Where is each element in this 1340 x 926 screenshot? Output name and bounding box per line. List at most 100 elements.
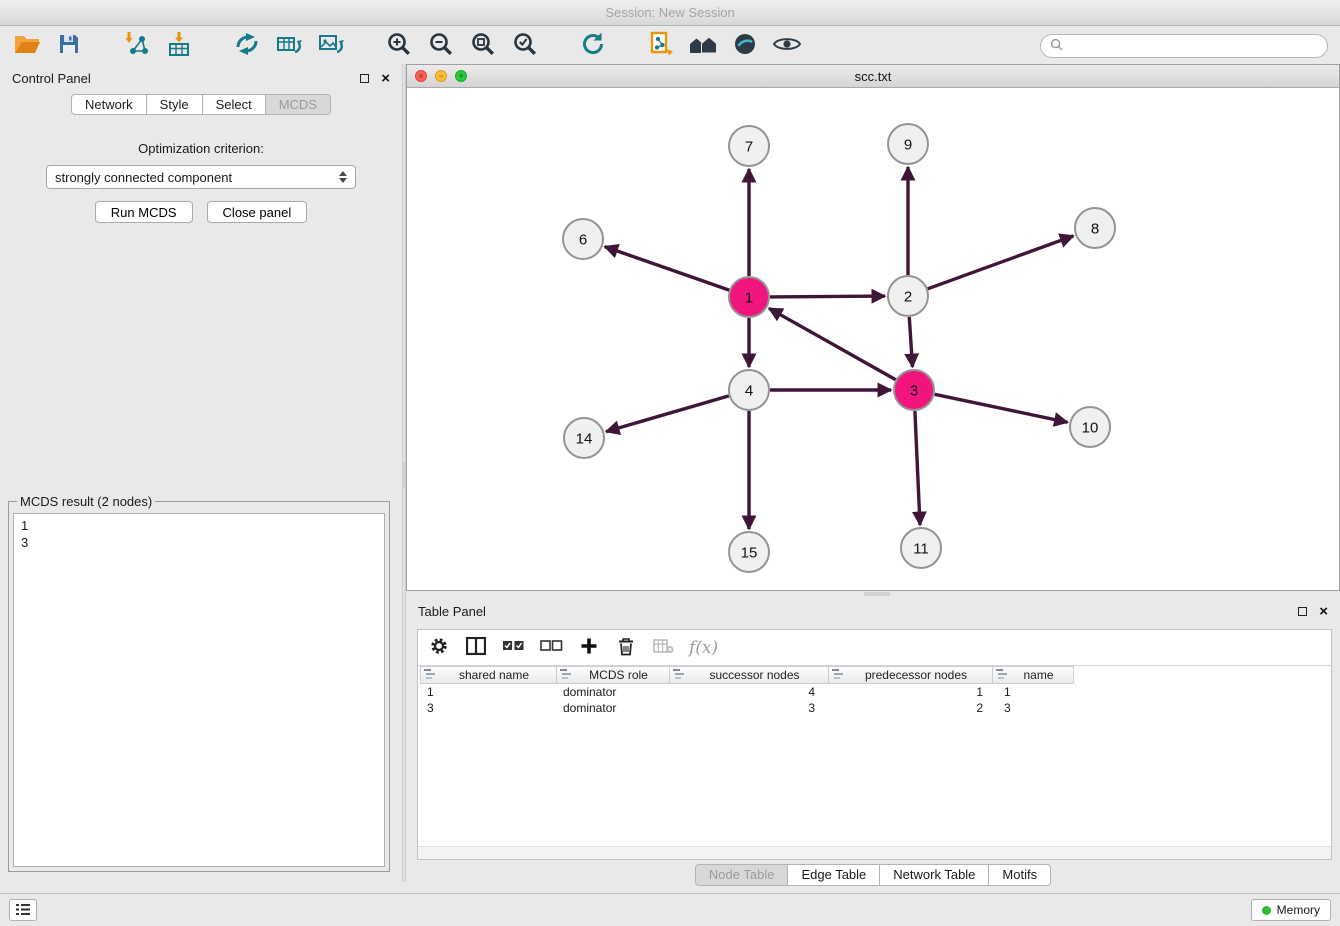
graph-edge-4-14[interactable] [606, 396, 729, 432]
graph-edge-3-10[interactable] [935, 394, 1068, 422]
apply-style-button[interactable] [730, 31, 760, 61]
tab-node-table[interactable]: Node Table [695, 864, 789, 886]
table-panel-header: Table Panel × [406, 597, 1340, 625]
checked-boxes-icon [502, 639, 525, 656]
tab-network[interactable]: Network [71, 94, 147, 115]
splitter-grip[interactable] [403, 462, 405, 488]
zoom-selected-button[interactable] [510, 31, 540, 61]
open-folder-icon [13, 32, 41, 59]
close-window-icon[interactable]: × [415, 70, 427, 82]
graph-edge-1-6[interactable] [605, 247, 730, 291]
cell-mcds-role[interactable]: dominator [557, 684, 671, 700]
column-header-mcds-role[interactable]: MCDS role [556, 666, 670, 684]
export-image-button[interactable] [316, 31, 346, 61]
deselect-all-columns-button[interactable] [540, 636, 563, 660]
graph-edge-1-2[interactable] [770, 296, 885, 297]
cell-shared-name[interactable]: 3 [420, 700, 557, 716]
graph-edge-3-11[interactable] [915, 411, 920, 525]
column-header-successor-nodes[interactable]: successor nodes [669, 666, 829, 684]
cell-predecessor-nodes[interactable]: 1 [831, 684, 996, 700]
tab-style[interactable]: Style [146, 94, 203, 115]
graph-edge-2-8[interactable] [928, 236, 1074, 289]
show-hide-graphics-button[interactable] [772, 31, 802, 61]
import-network-button[interactable] [122, 31, 152, 61]
table-row[interactable]: 3 dominator 3 2 3 [420, 700, 1331, 716]
cell-successor-nodes[interactable]: 3 [671, 700, 831, 716]
graph-edge-3-1[interactable] [769, 308, 896, 379]
run-mcds-button[interactable]: Run MCDS [95, 201, 193, 223]
save-session-button[interactable] [54, 31, 84, 61]
delete-table-icon [653, 638, 674, 657]
clone-network-button[interactable] [646, 31, 676, 61]
new-network-button[interactable] [232, 31, 262, 61]
show-columns-button[interactable] [465, 636, 487, 660]
minimize-window-icon[interactable]: − [435, 70, 447, 82]
status-bar: Memory [0, 893, 1340, 926]
mcds-result-list[interactable]: 1 3 [13, 513, 385, 867]
network-window-titlebar: × − + scc.txt [407, 65, 1339, 88]
tab-network-table[interactable]: Network Table [879, 864, 989, 886]
cell-shared-name[interactable]: 1 [420, 684, 557, 700]
tab-select[interactable]: Select [202, 94, 266, 115]
criterion-dropdown-value: strongly connected component [55, 170, 232, 185]
optimization-criterion-label: Optimization criterion: [0, 141, 402, 156]
float-table-panel-button[interactable] [1298, 607, 1307, 616]
refresh-layout-button[interactable] [578, 31, 608, 61]
clipboard-network-icon [648, 31, 674, 60]
eye-icon [772, 34, 802, 57]
search-input[interactable] [1069, 39, 1318, 53]
network-graph[interactable]: 7968124314101511 [407, 88, 1339, 591]
graph-node-label: 2 [904, 288, 912, 305]
open-file-button[interactable] [12, 31, 42, 61]
horizontal-scrollbar[interactable] [418, 846, 1331, 859]
close-table-panel-button[interactable]: × [1319, 604, 1328, 619]
close-panel-button[interactable]: Close panel [207, 201, 308, 223]
home-layout-button[interactable] [688, 31, 718, 61]
cell-predecessor-nodes[interactable]: 2 [831, 700, 996, 716]
graph-node-label: 4 [745, 382, 753, 399]
table-settings-button[interactable] [428, 636, 450, 660]
criterion-dropdown[interactable]: strongly connected component [46, 165, 356, 189]
table-container: f(x) shared name MCDS role successor nod… [417, 629, 1332, 860]
show-panels-button[interactable] [9, 899, 37, 921]
column-header-name[interactable]: name [992, 666, 1074, 684]
splitter-grip[interactable] [864, 592, 890, 596]
column-header-shared-name[interactable]: shared name [420, 666, 557, 684]
graph-edge-2-3[interactable] [909, 317, 912, 367]
export-table-button[interactable] [274, 31, 304, 61]
tab-motifs[interactable]: Motifs [988, 864, 1051, 886]
add-column-button[interactable] [578, 636, 600, 660]
table-panel-tabs: Node Table Edge Table Network Table Moti… [406, 864, 1340, 886]
zoom-fit-button[interactable] [468, 31, 498, 61]
columns-icon [466, 637, 486, 658]
zoom-in-icon [386, 31, 412, 60]
import-table-button[interactable] [164, 31, 194, 61]
select-all-columns-button[interactable] [502, 636, 525, 660]
network-canvas[interactable]: 7968124314101511 [407, 88, 1339, 590]
import-table-icon [166, 31, 192, 60]
tab-mcds[interactable]: MCDS [265, 94, 331, 115]
table-header-row: shared name MCDS role successor nodes pr… [420, 666, 1331, 684]
cell-name[interactable]: 3 [996, 700, 1078, 716]
zoom-out-button[interactable] [426, 31, 456, 61]
mcds-result-title: MCDS result (2 nodes) [17, 494, 155, 509]
mcds-result-line: 3 [21, 534, 377, 551]
delete-column-button[interactable] [615, 636, 637, 660]
cell-name[interactable]: 1 [996, 684, 1078, 700]
graph-node-label: 15 [741, 544, 758, 561]
table-row[interactable]: 1 dominator 4 1 1 [420, 684, 1331, 700]
memory-button[interactable]: Memory [1251, 899, 1331, 921]
close-panel-icon-button[interactable]: × [381, 71, 390, 86]
float-panel-button[interactable] [360, 74, 369, 83]
column-tree-icon [560, 668, 571, 682]
trash-icon [618, 637, 634, 659]
control-panel-header: Control Panel × [0, 64, 402, 92]
cell-mcds-role[interactable]: dominator [557, 700, 671, 716]
tab-edge-table[interactable]: Edge Table [787, 864, 880, 886]
cell-successor-nodes[interactable]: 4 [671, 684, 831, 700]
column-header-predecessor-nodes[interactable]: predecessor nodes [828, 666, 993, 684]
zoom-window-icon[interactable]: + [455, 70, 467, 82]
traffic-lights: × − + [415, 70, 467, 82]
toolbar-search[interactable] [1040, 34, 1328, 58]
zoom-in-button[interactable] [384, 31, 414, 61]
